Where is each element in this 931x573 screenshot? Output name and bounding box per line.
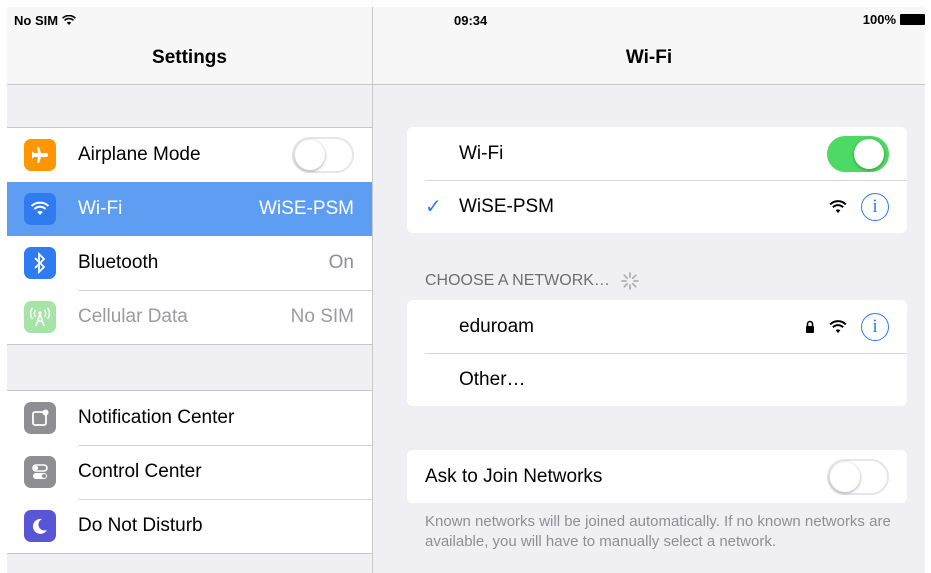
wifi-pane: 09:34 100% Wi-Fi Wi-Fi ✓ WiSE-PSM i CHOO… xyxy=(373,7,925,573)
connected-network-row[interactable]: ✓ WiSE-PSM i xyxy=(407,180,907,233)
settings-header: No SIM Settings xyxy=(7,7,372,85)
wifi-card: Wi-Fi ✓ WiSE-PSM i xyxy=(407,127,907,233)
moon-icon xyxy=(24,510,56,542)
connected-network-name: WiSE-PSM xyxy=(459,195,554,217)
ask-to-join-footer: Known networks will be joined automatica… xyxy=(425,513,891,550)
cellular-icon xyxy=(24,301,56,333)
sidebar-item-value: On xyxy=(328,252,354,273)
other-network-label: Other… xyxy=(459,368,526,390)
sidebar-item-control-center[interactable]: Control Center xyxy=(7,445,372,499)
wifi-title: Wi-Fi xyxy=(625,47,673,68)
sidebar-item-wifi[interactable]: Wi-Fi WiSE-PSM xyxy=(7,182,372,236)
settings-group-system: Notification Center Control Center Do No… xyxy=(7,390,372,554)
settings-pane: No SIM Settings Airplane Mode Wi-Fi WiSE… xyxy=(7,7,372,573)
network-row-eduroam[interactable]: eduroam i xyxy=(407,300,907,353)
sidebar-item-label: Bluetooth xyxy=(78,252,159,273)
sidebar-item-bluetooth[interactable]: Bluetooth On xyxy=(7,236,372,290)
ask-to-join-card: Ask to Join Networks xyxy=(407,450,907,503)
sidebar-item-label: Notification Center xyxy=(78,407,235,428)
sidebar-item-airplane-mode[interactable]: Airplane Mode xyxy=(7,128,372,182)
ipad-screen: No SIM Settings Airplane Mode Wi-Fi WiSE… xyxy=(7,7,925,573)
notification-center-icon xyxy=(24,402,56,434)
wifi-toggle-row: Wi-Fi xyxy=(407,127,907,180)
choose-network-header: CHOOSE A NETWORK… xyxy=(425,271,640,291)
battery-icon xyxy=(900,14,925,25)
wifi-icon xyxy=(24,193,56,225)
bluetooth-icon xyxy=(24,247,56,279)
sidebar-item-label: Cellular Data xyxy=(78,306,188,327)
network-row-other[interactable]: Other… xyxy=(407,353,907,406)
sidebar-item-cellular-data[interactable]: Cellular Data No SIM xyxy=(7,290,372,344)
ask-to-join-toggle[interactable] xyxy=(827,458,889,495)
sidebar-item-label: Airplane Mode xyxy=(78,144,201,165)
network-name: eduroam xyxy=(459,315,534,337)
status-carrier: No SIM xyxy=(14,13,77,28)
wifi-status-icon xyxy=(62,15,77,25)
info-icon[interactable]: i xyxy=(861,192,889,221)
wifi-signal-icon xyxy=(829,319,847,333)
wifi-toggle-label: Wi-Fi xyxy=(459,142,504,164)
loading-spinner-icon xyxy=(621,272,639,290)
status-time: 09:34 xyxy=(454,13,488,28)
wifi-header: 09:34 100% Wi-Fi xyxy=(373,7,925,85)
ask-to-join-row: Ask to Join Networks xyxy=(407,450,907,503)
wifi-signal-icon xyxy=(829,199,847,213)
choose-network-label: CHOOSE A NETWORK… xyxy=(425,272,610,289)
carrier-label: No SIM xyxy=(14,13,59,28)
sidebar-item-label: Wi-Fi xyxy=(78,198,123,219)
sidebar-item-label: Control Center xyxy=(78,461,202,482)
battery-percent: 100% xyxy=(862,12,896,27)
settings-group-connectivity: Airplane Mode Wi-Fi WiSE-PSM Bluetooth O… xyxy=(7,127,372,345)
airplane-icon xyxy=(24,139,56,171)
sidebar-item-value: No SIM xyxy=(290,306,354,327)
control-center-icon xyxy=(24,456,56,488)
lock-icon xyxy=(806,320,814,333)
airplane-mode-toggle[interactable] xyxy=(292,137,354,173)
checkmark-icon: ✓ xyxy=(425,196,442,218)
sidebar-item-do-not-disturb[interactable]: Do Not Disturb xyxy=(7,499,372,553)
ask-to-join-label: Ask to Join Networks xyxy=(425,465,603,487)
status-battery: 100% xyxy=(863,12,925,27)
sidebar-item-label: Do Not Disturb xyxy=(78,515,203,536)
settings-title: Settings xyxy=(152,47,227,68)
networks-card: eduroam i Other… xyxy=(407,300,907,406)
wifi-toggle[interactable] xyxy=(827,135,889,172)
info-icon[interactable]: i xyxy=(861,312,889,341)
sidebar-item-notification-center[interactable]: Notification Center xyxy=(7,391,372,445)
sidebar-item-value: WiSE-PSM xyxy=(259,198,354,219)
